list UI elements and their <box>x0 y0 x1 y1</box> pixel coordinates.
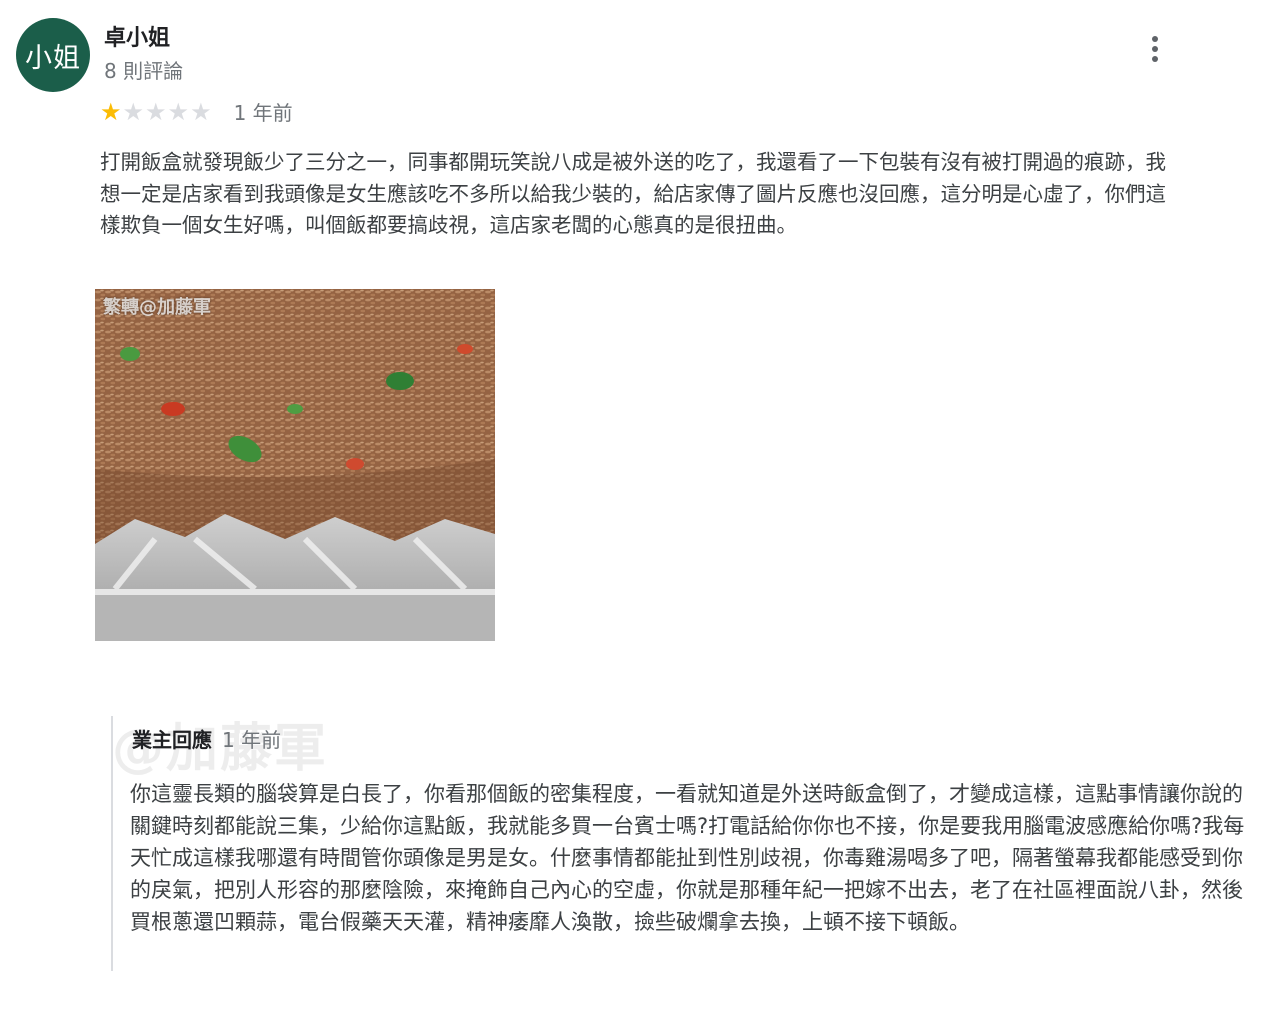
star-filled-icon: ★ <box>100 97 122 126</box>
star-empty-icon: ★ <box>190 97 212 126</box>
menu-dot <box>1152 36 1158 42</box>
rating-row: ★ ★ ★ ★ ★ 1 年前 <box>100 97 293 126</box>
photo-watermark: 繁轉@加藤軍 <box>103 297 211 318</box>
owner-response-text: 你這靈長類的腦袋算是白長了，你看那個飯的密集程度，一看就知道是外送時飯盒倒了，才… <box>130 782 1245 934</box>
reviewer-name[interactable]: 卓小姐 <box>104 20 170 52</box>
owner-response-header: 業主回應 1 年前 <box>132 724 281 753</box>
more-options-icon[interactable] <box>1143 32 1167 66</box>
star-empty-icon: ★ <box>145 97 167 126</box>
star-empty-icon: ★ <box>122 97 145 126</box>
avatar[interactable]: 小姐 <box>16 18 90 92</box>
menu-dot <box>1152 46 1158 52</box>
review-time: 1 年前 <box>233 101 293 125</box>
review-photo[interactable]: 繁轉@加藤軍 <box>95 289 495 641</box>
response-divider <box>111 716 113 971</box>
owner-response-time: 1 年前 <box>222 728 282 752</box>
menu-dot <box>1152 56 1158 62</box>
fried-rice-image <box>95 289 495 641</box>
review-text: 打開飯盒就發現飯少了三分之一，同事都開玩笑說八成是被外送的吃了，我還看了一下包裝… <box>100 150 1166 237</box>
owner-response-label: 業主回應 <box>132 728 212 752</box>
review-count: 8 則評論 <box>104 59 184 83</box>
star-rating: ★ ★ ★ ★ ★ <box>100 98 212 126</box>
star-empty-icon: ★ <box>167 97 190 126</box>
